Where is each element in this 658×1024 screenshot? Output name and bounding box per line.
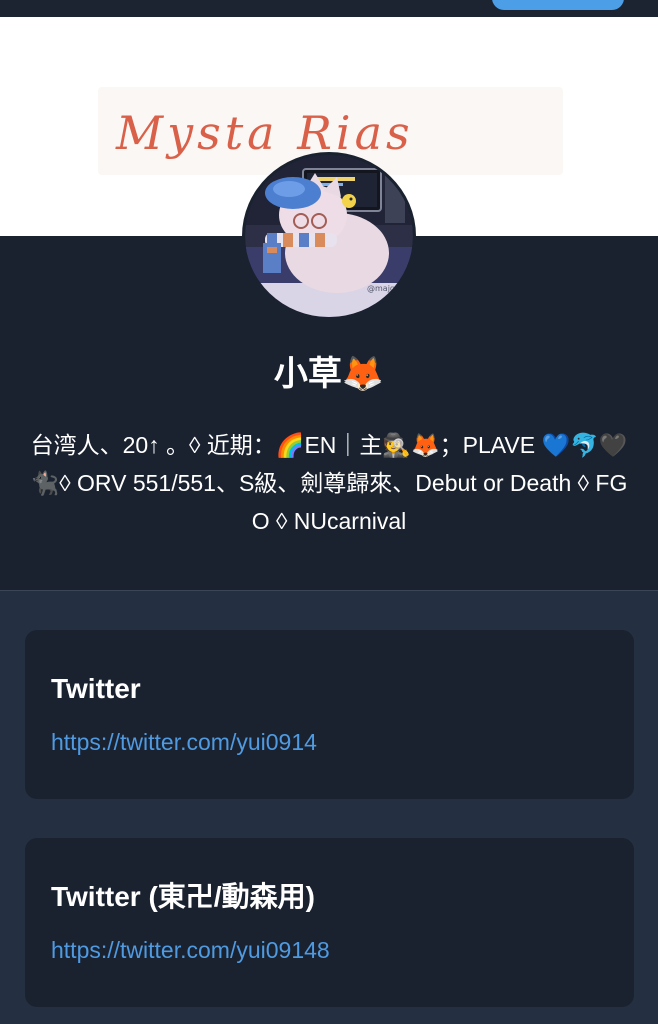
- profile-bio: 台湾人、20↑ 。◊ 近期：🌈EN｜主🕵🦊；PLAVE 💙🐬🖤🐈‍⬛◊ ORV …: [30, 432, 628, 534]
- top-bar: [0, 0, 658, 17]
- link-card-twitter[interactable]: Twitter https://twitter.com/yui0914: [25, 630, 634, 799]
- link-card-url[interactable]: https://twitter.com/yui0914: [51, 726, 317, 758]
- profile-page: Mysta Rias @majgmh 小草🦊 台湾人、20↑ 。◊ 近期：🌈EN…: [0, 0, 658, 1024]
- link-card-title: Twitter (東卍/動森用): [51, 881, 315, 912]
- link-card-title: Twitter: [51, 673, 141, 704]
- top-action-button[interactable]: [492, 0, 624, 10]
- link-card-twitter-alt[interactable]: Twitter (東卍/動森用) https://twitter.com/yui…: [25, 838, 634, 1007]
- avatar[interactable]: @majgmh: [242, 152, 416, 320]
- banner-logo-text: Mysta Rias: [115, 106, 414, 160]
- avatar-illustration: @majgmh: [245, 155, 413, 317]
- link-card-url[interactable]: https://twitter.com/yui09148: [51, 934, 330, 966]
- profile-name: 小草🦊: [273, 355, 385, 393]
- header-divider: [0, 590, 658, 591]
